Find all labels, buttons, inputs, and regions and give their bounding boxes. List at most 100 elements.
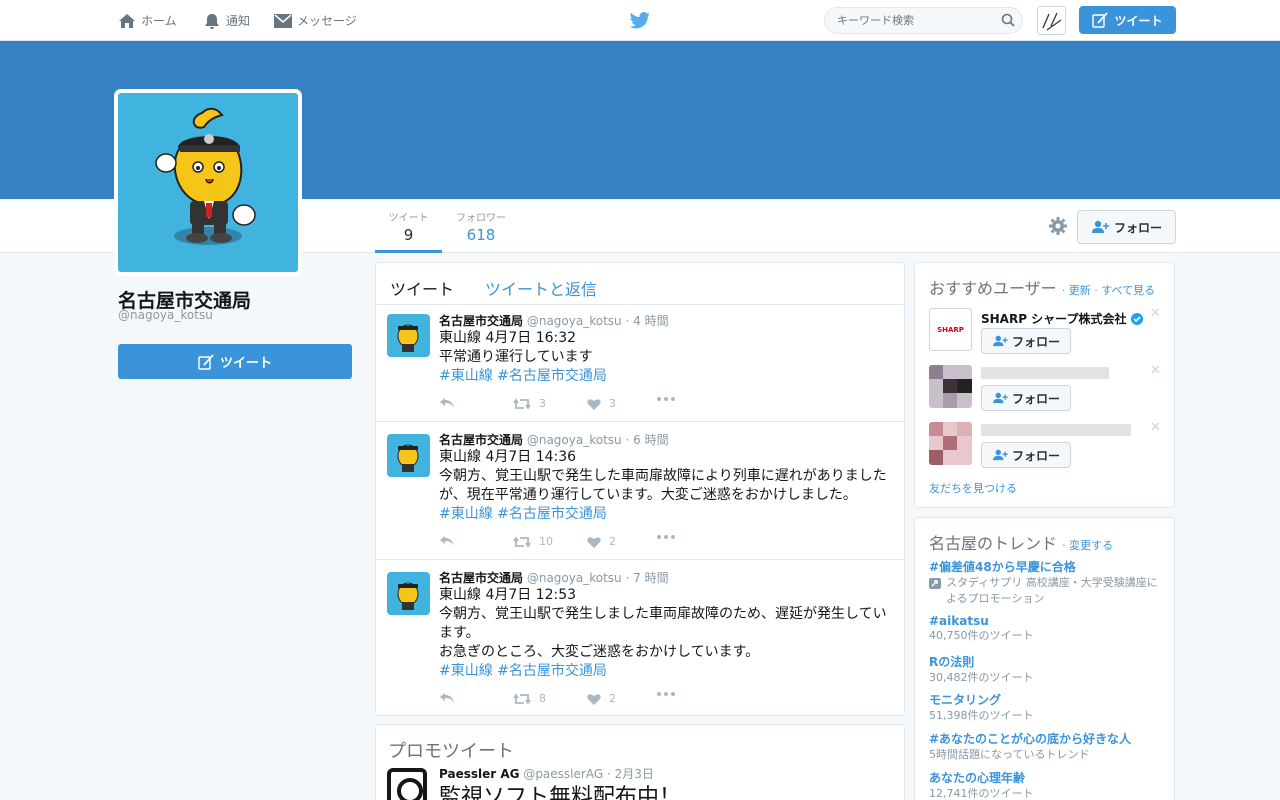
more-dots-icon: [657, 535, 675, 539]
wtf-follow-label: フォロー: [1011, 334, 1060, 349]
like-button[interactable]: 3: [587, 397, 616, 410]
nav-messages-label: メッセージ: [297, 14, 357, 28]
side-tweet-button[interactable]: ツイート: [118, 344, 352, 379]
profile-handle: @nagoya_kotsu: [118, 308, 213, 322]
verified-badge-icon: [1130, 313, 1143, 325]
wtf-follow-button[interactable]: フォロー: [981, 328, 1071, 354]
stat-tweets-label: ツイート: [388, 213, 429, 224]
wtf-user-avatar[interactable]: [929, 422, 972, 465]
trend-name[interactable]: #偏差値48から早慶に合格: [929, 558, 1165, 575]
retweet-button[interactable]: 8: [513, 692, 546, 705]
nav-notifications-label: 通知: [226, 14, 251, 28]
tweet-avatar[interactable]: [387, 572, 430, 615]
add-user-icon: [993, 392, 1008, 404]
tweet-time[interactable]: · 7 時間: [625, 571, 668, 585]
tweet-hashtags[interactable]: #東山線 #名古屋市交通局: [439, 506, 607, 522]
wtf-user-name-text: SHARP シャープ株式会社: [981, 312, 1127, 326]
twitter-bird-icon[interactable]: [629, 12, 651, 30]
tweet-author[interactable]: 名古屋市交通局: [439, 314, 523, 328]
stat-followers[interactable]: フォロワー 618: [446, 199, 516, 253]
tweet-author[interactable]: 名古屋市交通局: [439, 571, 523, 585]
trend-item[interactable]: #aikatsu 40,750件のツイート: [929, 614, 1165, 644]
trend-meta: 5時間話題になっているトレンド: [929, 748, 1090, 761]
tab-tweets-and-replies[interactable]: ツイートと返信: [485, 276, 597, 300]
search-icon[interactable]: [1001, 13, 1015, 27]
more-button[interactable]: [657, 535, 683, 539]
tweet-hashtags[interactable]: #東山線 #名古屋市交通局: [439, 368, 607, 384]
promo-avatar[interactable]: [387, 768, 427, 800]
wtf-refresh-link[interactable]: 更新: [1069, 284, 1091, 297]
more-dots-icon: [657, 397, 675, 401]
add-user-icon: [993, 335, 1008, 347]
close-icon[interactable]: ✕: [1150, 363, 1161, 378]
promo-title: プロモツイート: [388, 741, 514, 762]
retweet-button[interactable]: 10: [513, 535, 553, 548]
top-nav: ホーム 通知 メッセージ ツイート: [0, 0, 1280, 41]
trend-item[interactable]: #あなたのことが心の底から好きな人 5時間話題になっているトレンド: [929, 730, 1165, 763]
tweet-actions: 8 2: [439, 692, 739, 708]
search-input[interactable]: [824, 7, 1023, 34]
tweet-header: 名古屋市交通局 @nagoya_kotsu · 4 時間: [439, 312, 669, 329]
stat-tweets[interactable]: ツイート 9: [375, 199, 442, 253]
wtf-title-text: おすすめユーザー: [929, 279, 1057, 298]
nav-messages[interactable]: メッセージ: [274, 0, 357, 41]
account-avatar[interactable]: [1037, 6, 1066, 35]
like-count: 2: [609, 692, 616, 705]
trend-name[interactable]: あなたの心理年齢: [929, 769, 1165, 786]
retweet-button[interactable]: 3: [513, 397, 546, 410]
trend-name[interactable]: #aikatsu: [929, 614, 1165, 628]
wtf-follow-button[interactable]: フォロー: [981, 385, 1071, 411]
like-count: 2: [609, 535, 616, 548]
nav-tweet-button[interactable]: ツイート: [1079, 6, 1176, 34]
tweet-item[interactable]: 名古屋市交通局 @nagoya_kotsu · 7 時間 東山線 4月7日 12…: [376, 560, 904, 716]
tweet-avatar[interactable]: [387, 434, 430, 477]
trend-name[interactable]: #あなたのことが心の底から好きな人: [929, 730, 1165, 747]
tweet-time[interactable]: · 4 時間: [625, 314, 668, 328]
wtf-see-all-link[interactable]: すべて見る: [1101, 284, 1155, 297]
profile-avatar[interactable]: [114, 89, 302, 276]
wtf-follow-button[interactable]: フォロー: [981, 442, 1071, 468]
side-tweet-label: ツイート: [219, 356, 272, 371]
wtf-user-name[interactable]: [981, 424, 1131, 439]
nav-notifications[interactable]: 通知: [203, 0, 250, 41]
like-button[interactable]: 2: [587, 535, 616, 548]
like-button[interactable]: 2: [587, 692, 616, 705]
wtf-user-avatar[interactable]: [929, 365, 972, 408]
tweet-item[interactable]: 名古屋市交通局 @nagoya_kotsu · 4 時間 東山線 4月7日 16…: [376, 304, 904, 422]
tweet-item[interactable]: 名古屋市交通局 @nagoya_kotsu · 6 時間 東山線 4月7日 14…: [376, 422, 904, 560]
close-icon[interactable]: ✕: [1150, 420, 1161, 435]
trend-name[interactable]: モニタリング: [929, 691, 1165, 708]
more-button[interactable]: [657, 692, 683, 696]
close-icon[interactable]: ✕: [1150, 306, 1161, 321]
tweet-avatar[interactable]: [387, 314, 430, 357]
tweet-author[interactable]: 名古屋市交通局: [439, 433, 523, 447]
trend-name[interactable]: Rの法則: [929, 653, 1165, 670]
tab-tweets[interactable]: ツイート: [390, 276, 454, 300]
trend-item[interactable]: #偏差値48から早慶に合格 スタディサプリ 高校講座・大学受験講座によるプロモー…: [929, 558, 1165, 607]
retweet-count: 8: [539, 692, 546, 705]
bell-icon: [203, 12, 221, 30]
reply-button[interactable]: [439, 692, 463, 704]
tweet-text: 東山線 4月7日 16:32 平常通り運行しています #東山線 #名古屋市交通局: [439, 329, 894, 386]
more-button[interactable]: [657, 397, 683, 401]
trends-change-link[interactable]: 変更する: [1069, 539, 1113, 552]
heart-icon: [587, 693, 601, 705]
reply-button[interactable]: [439, 397, 463, 409]
wtf-user-name[interactable]: SHARP シャープ株式会社: [981, 310, 1143, 327]
follow-button[interactable]: フォロー: [1077, 210, 1176, 244]
nav-home[interactable]: ホーム: [118, 0, 177, 41]
tweet-time[interactable]: · 6 時間: [625, 433, 668, 447]
gear-icon[interactable]: [1048, 216, 1068, 236]
trend-item[interactable]: モニタリング 51,398件のツイート: [929, 691, 1165, 724]
sharp-logo[interactable]: SHARP: [929, 308, 972, 351]
trends-title-text: 名古屋のトレンド: [929, 534, 1058, 553]
reply-icon: [440, 536, 454, 546]
sharp-logo-text: SHARP: [937, 325, 964, 334]
tweet-hashtags[interactable]: #東山線 #名古屋市交通局: [439, 663, 607, 679]
trend-item[interactable]: Rの法則 30,482件のツイート: [929, 653, 1165, 686]
reply-button[interactable]: [439, 535, 463, 547]
find-friends-link[interactable]: 友だちを見つける: [929, 480, 1017, 496]
trend-item[interactable]: あなたの心理年齢 12,741件のツイート: [929, 769, 1165, 800]
stat-followers-value: 618: [466, 226, 496, 244]
wtf-user-name[interactable]: [981, 367, 1109, 382]
